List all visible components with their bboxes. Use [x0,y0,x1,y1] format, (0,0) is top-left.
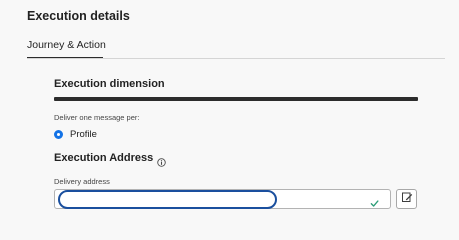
execution-address-header: Execution Address [54,152,166,167]
radio-profile[interactable]: Profile [54,129,97,140]
delivery-address-input[interactable] [58,190,277,209]
deliver-per-label: Deliver one message per: [54,113,140,122]
execution-dimension-heading: Execution dimension [54,78,165,90]
info-icon[interactable] [157,154,166,167]
tabs-divider [27,58,445,59]
radio-profile-label: Profile [70,129,97,140]
execution-dimension-bar [54,97,418,101]
tab-journey-action[interactable]: Journey & Action [27,39,106,51]
edit-icon [401,190,413,208]
radio-button-selected[interactable] [54,130,63,139]
edit-expression-button[interactable] [396,189,417,209]
page-title: Execution details [27,9,130,23]
checkmark-icon [370,195,379,207]
execution-address-heading: Execution Address [54,152,154,164]
delivery-address-label: Delivery address [54,177,110,186]
